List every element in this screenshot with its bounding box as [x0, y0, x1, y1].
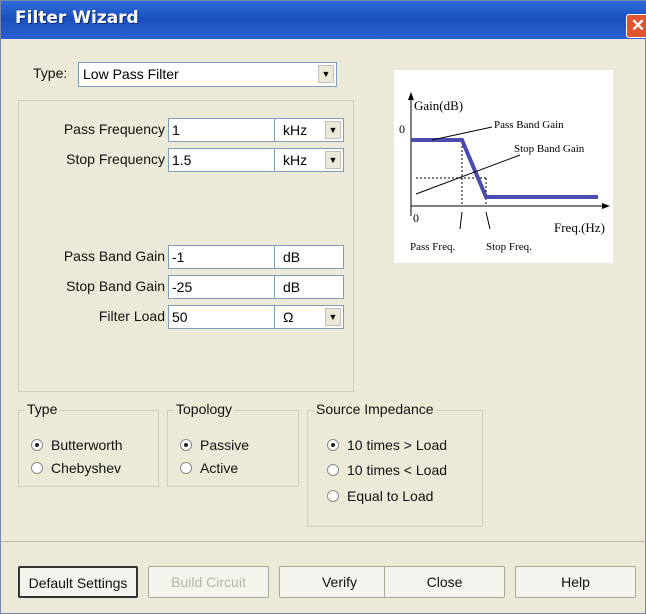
radio-unselected-icon[interactable] [31, 462, 43, 474]
stop-frequency-unit-select[interactable]: kHz ▼ [274, 148, 344, 172]
pass-frequency-unit-select[interactable]: kHz ▼ [274, 118, 344, 142]
stop-freq-leader [485, 211, 491, 230]
topology-group-legend: Topology [174, 401, 235, 417]
stop-band-gain-leader [415, 154, 521, 195]
chevron-down-icon[interactable]: ▼ [325, 308, 341, 326]
radio-active[interactable]: Active [180, 460, 238, 476]
pass-freq-leader [459, 211, 463, 230]
radio-selected-icon[interactable] [327, 439, 339, 451]
close-window-button[interactable]: ✕ [626, 14, 646, 38]
radio-10x-greater-than-load[interactable]: 10 times > Load [327, 437, 447, 453]
pass-frequency-input[interactable]: 1 [168, 118, 275, 142]
pass-freq-text: Pass Freq. [410, 241, 455, 253]
radio-passive[interactable]: Passive [180, 437, 249, 453]
verify-button[interactable]: Verify [279, 566, 400, 598]
radio-10x-less-than-load[interactable]: 10 times < Load [327, 462, 447, 478]
radio-unselected-icon[interactable] [327, 490, 339, 502]
filter-response-diagram: Gain(dB) 0 0 Pass Band Gain Stop Band Ga… [394, 70, 613, 263]
window-title: Filter Wizard [15, 8, 139, 28]
radio-chebyshev[interactable]: Chebyshev [31, 460, 121, 476]
close-icon: ✕ [630, 16, 646, 35]
radio-butterworth[interactable]: Butterworth [31, 437, 123, 453]
close-button[interactable]: Close [384, 566, 505, 598]
stop-frequency-label: Stop Frequency [66, 151, 165, 167]
filter-type-select[interactable]: Low Pass Filter ▼ [78, 62, 337, 87]
source-impedance-legend: Source Impedance [314, 401, 436, 417]
y-origin-label: 0 [399, 122, 405, 136]
pass-band-gain-unit: dB [274, 245, 344, 269]
filter-wizard-window: Filter Wizard ✕ Type: Low Pass Filter ▼ … [0, 0, 646, 614]
radio-selected-icon[interactable] [180, 439, 192, 451]
stop-band-gain-label: Stop Band Gain [66, 278, 165, 294]
x-axis-arrow [602, 203, 610, 209]
stop-band-gain-text: Stop Band Gain [514, 143, 585, 155]
stop-band-gain-input[interactable]: -25 [168, 275, 275, 299]
radio-unselected-icon[interactable] [327, 464, 339, 476]
pass-band-gain-label: Pass Band Gain [63, 248, 165, 264]
y-axis-label: Gain(dB) [414, 98, 463, 113]
chevron-down-icon[interactable]: ▼ [325, 121, 341, 139]
stop-frequency-input[interactable]: 1.5 [168, 148, 275, 172]
filter-load-input[interactable]: 50 [168, 305, 275, 329]
stop-band-gain-unit: dB [274, 275, 344, 299]
button-bar-separator [1, 541, 646, 542]
chevron-down-icon[interactable]: ▼ [325, 151, 341, 169]
default-settings-button[interactable]: Default Settings [18, 566, 138, 598]
radio-unselected-icon[interactable] [180, 462, 192, 474]
filter-type-value: Low Pass Filter [83, 66, 179, 82]
pass-band-gain-text: Pass Band Gain [494, 119, 564, 131]
type-label: Type: [33, 65, 68, 81]
pass-frequency-label: Pass Frequency [63, 121, 165, 137]
type-group-legend: Type [25, 401, 60, 417]
radio-equal-to-load[interactable]: Equal to Load [327, 488, 433, 504]
radio-selected-icon[interactable] [31, 439, 43, 451]
stop-freq-text: Stop Freq. [486, 241, 532, 253]
title-bar[interactable]: Filter Wizard [1, 1, 646, 39]
chevron-down-icon[interactable]: ▼ [318, 65, 334, 83]
response-curve-svg: Gain(dB) 0 0 Pass Band Gain Stop Band Ga… [399, 92, 610, 253]
filter-load-label: Filter Load [98, 308, 165, 324]
pass-band-gain-input[interactable]: -1 [168, 245, 275, 269]
x-origin-label: 0 [413, 211, 419, 225]
build-circuit-button: Build Circuit [148, 566, 269, 598]
help-button[interactable]: Help [515, 566, 636, 598]
filter-load-unit-select[interactable]: Ω ▼ [274, 305, 344, 329]
x-axis-label: Freq.(Hz) [554, 220, 605, 235]
